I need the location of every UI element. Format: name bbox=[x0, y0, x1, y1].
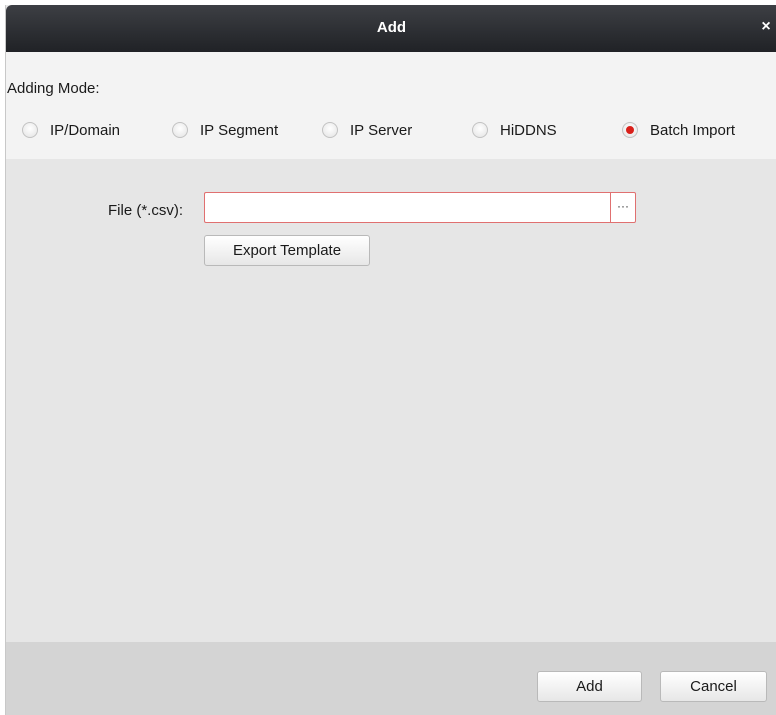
radio-label: HiDDNS bbox=[500, 121, 557, 139]
cancel-button[interactable]: Cancel bbox=[660, 671, 767, 702]
radio-button-icon[interactable] bbox=[172, 122, 188, 138]
radio-ip-segment[interactable]: IP Segment bbox=[172, 116, 278, 144]
export-template-button[interactable]: Export Template bbox=[204, 235, 370, 266]
radio-button-icon[interactable] bbox=[22, 122, 38, 138]
add-button[interactable]: Add bbox=[537, 671, 642, 702]
adding-mode-panel: Adding Mode: IP/Domain IP Segment IP Ser… bbox=[6, 52, 776, 159]
radio-ip-server[interactable]: IP Server bbox=[322, 116, 412, 144]
radio-button-icon[interactable] bbox=[472, 122, 488, 138]
file-path-input[interactable] bbox=[204, 192, 610, 223]
close-icon[interactable]: × bbox=[758, 18, 774, 36]
radio-ip-domain[interactable]: IP/Domain bbox=[22, 116, 120, 144]
adding-mode-radio-group: IP/Domain IP Segment IP Server HiDDNS Ba… bbox=[6, 116, 776, 144]
file-csv-label: File (*.csv): bbox=[108, 202, 183, 219]
radio-label: IP Server bbox=[350, 121, 413, 139]
radio-label: Batch Import bbox=[650, 121, 736, 139]
ellipsis-icon: ··· bbox=[617, 198, 629, 213]
radio-button-icon[interactable] bbox=[322, 122, 338, 138]
radio-button-selected-icon[interactable] bbox=[622, 122, 638, 138]
radio-label: IP Segment bbox=[200, 121, 279, 139]
dialog-footer: Add Cancel bbox=[6, 642, 776, 715]
radio-hiddns[interactable]: HiDDNS bbox=[472, 116, 557, 144]
dialog-title: Add bbox=[376, 19, 407, 36]
add-dialog: Add × Adding Mode: IP/Domain IP Segment … bbox=[5, 5, 776, 715]
radio-batch-import[interactable]: Batch Import bbox=[622, 116, 735, 144]
radio-label: IP/Domain bbox=[50, 121, 121, 139]
browse-file-button[interactable]: ··· bbox=[610, 192, 636, 223]
adding-mode-label: Adding Mode: bbox=[7, 80, 100, 97]
title-bar: Add × bbox=[6, 5, 776, 52]
